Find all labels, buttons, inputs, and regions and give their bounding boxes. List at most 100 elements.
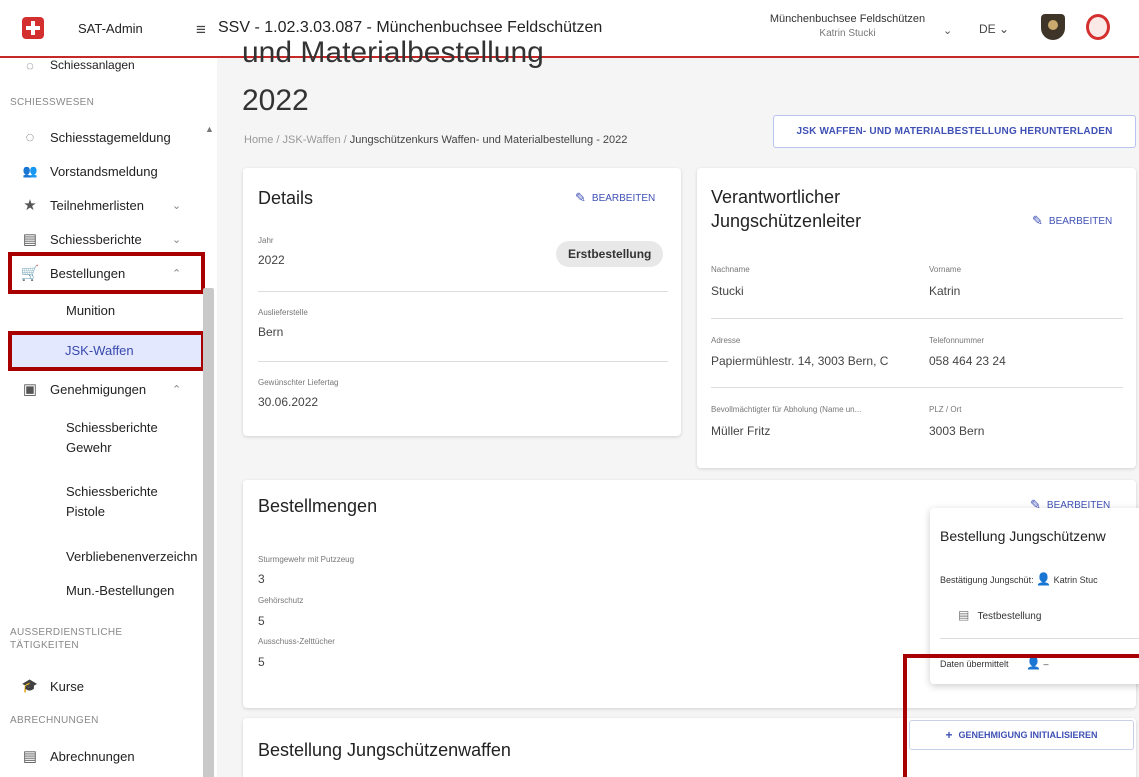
highlight-box xyxy=(8,331,205,371)
gehoerschutz-label: Gehörschutz xyxy=(258,596,304,605)
user-org: Münchenbuchsee Feldschützen xyxy=(769,13,926,25)
swiss-cross-logo[interactable] xyxy=(22,17,44,39)
chevron-up-icon: ⌃ xyxy=(172,383,182,396)
jahr-label: Jahr xyxy=(258,236,274,245)
sidebar-item-label: Schiessberichte xyxy=(50,231,142,247)
edit-label: BEARBEITEN xyxy=(591,192,656,204)
sidebar-item-label: Schiesstagemeldung xyxy=(50,129,171,145)
breadcrumb-home[interactable]: Home xyxy=(244,134,273,146)
pencil-icon: ✎ xyxy=(575,190,586,205)
chevron-down-icon: ⌄ xyxy=(999,22,1010,36)
language-value: DE xyxy=(979,22,996,36)
details-card: Details ✎ BEARBEITEN Jahr 2022 Erstbeste… xyxy=(243,168,681,436)
sidebar-item-schiesstagemeldung[interactable]: ◌ Schiesstagemeldung xyxy=(0,120,203,154)
club-emblem-icon[interactable] xyxy=(1041,14,1065,40)
group-icon: 👥 xyxy=(22,164,38,178)
download-button[interactable]: JSK WAFFEN- UND MATERIALBESTELLUNG HERUN… xyxy=(773,115,1136,148)
details-edit-button[interactable]: ✎ BEARBEITEN xyxy=(575,190,655,206)
chevron-down-icon: ⌄ xyxy=(172,199,182,212)
scroll-up-icon[interactable]: ▲ xyxy=(205,124,214,134)
breadcrumb: Home / JSK-Waffen / Jungschützenkurs Waf… xyxy=(244,134,627,146)
user-name: Katrin Stucki xyxy=(819,28,876,39)
breadcrumb-jsk-waffen[interactable]: JSK-Waffen xyxy=(283,134,341,146)
sidebar-item-schiessberichte[interactable]: ▤ Schiessberichte ⌄ xyxy=(0,222,203,256)
liefertag-value: 30.06.2022 xyxy=(258,395,319,409)
details-title: Details xyxy=(258,188,314,208)
sidebar: ◌ Schiessanlagen ▲ SCHIESSWESEN ◌ Schies… xyxy=(0,58,217,777)
section-title-ausserdienstliche: AUSSERDIENSTLICHE TÄTIGKEITEN xyxy=(10,627,123,651)
target-icon: ◌ xyxy=(25,128,35,146)
graduation-cap-icon: 🎓 xyxy=(21,678,39,693)
plz-value: 3003 Bern xyxy=(929,424,985,438)
document-icon: ▤ xyxy=(22,231,38,248)
star-icon: ★ xyxy=(23,197,37,214)
page-title-year: 2022 xyxy=(242,84,309,117)
sidebar-scrollbar[interactable] xyxy=(203,288,214,777)
bevollm-value: Müller Fritz xyxy=(711,424,771,438)
page-title-partial: und Materialbestellung xyxy=(242,36,544,69)
status-chip: Erstbestellung xyxy=(556,241,664,267)
sidebar-item-schiessberichte-pistole[interactable]: Schiessberichte Pistole xyxy=(0,480,203,524)
bestaetigung-value: Katrin Stuc xyxy=(1053,575,1098,585)
federation-emblem-icon[interactable] xyxy=(1086,14,1110,40)
bestaetigung-label: Bestätigung Jungschüt: xyxy=(940,575,1034,585)
page-heading: SSV - 1.02.3.03.087 - Münchenbuchsee Fel… xyxy=(218,19,603,36)
leiter-title-line1: Verantwortlicher xyxy=(711,187,841,207)
app-name[interactable]: SAT-Admin xyxy=(78,21,143,36)
sidebar-item-label: Verbliebenenverzeichn xyxy=(66,549,198,564)
nachname-value: Stucki xyxy=(711,284,744,298)
person-icon: 👤 xyxy=(1036,572,1052,586)
user-menu[interactable]: Münchenbuchsee Feldschützen Katrin Stuck… xyxy=(760,13,935,39)
note-text: Testbestellung xyxy=(977,611,1042,622)
menu-icon[interactable]: ≡ xyxy=(196,20,206,40)
sidebar-item-genehmigungen[interactable]: ▣ Genehmigungen ⌃ xyxy=(0,372,203,406)
adresse-label: Adresse xyxy=(711,336,741,345)
sidebar-item-label: Munition xyxy=(66,303,116,318)
sidebar-item-label: Teilnehmerlisten xyxy=(50,197,144,213)
gehoerschutz-value: 5 xyxy=(258,614,265,628)
target-icon: ◌ xyxy=(26,57,34,73)
chevron-down-icon: ⌄ xyxy=(172,233,182,246)
sidebar-item-label: Schiessanlagen xyxy=(50,58,135,72)
breadcrumb-separator: / xyxy=(276,134,280,146)
popup-note: ▤ Testbestellung xyxy=(958,608,1041,622)
sidebar-item-label: Abrechnungen xyxy=(50,748,135,764)
leiter-edit-button[interactable]: ✎ BEARBEITEN xyxy=(1032,213,1112,229)
nachname-label: Nachname xyxy=(711,265,750,274)
sidebar-item-schiessberichte-gewehr[interactable]: Schiessberichte Gewehr xyxy=(0,416,203,460)
leiter-title-line2: Jungschützenleiter xyxy=(711,211,862,231)
sidebar-item-label: Kurse xyxy=(50,678,84,694)
sidebar-item-abrechnungen[interactable]: ▤ Abrechnungen xyxy=(0,739,203,773)
sidebar-item-kurse[interactable]: 🎓 Kurse xyxy=(0,669,203,703)
highlight-box xyxy=(8,252,205,294)
sidebar-item-teilnehmerlisten[interactable]: ★ Teilnehmerlisten ⌄ xyxy=(0,188,203,222)
auslieferstelle-value: Bern xyxy=(258,325,284,339)
sidebar-item-schiessanlagen[interactable]: ◌ Schiessanlagen xyxy=(0,48,203,82)
divider xyxy=(711,318,1123,319)
language-select[interactable]: DE ⌄ xyxy=(979,22,1009,36)
list-icon: ▤ xyxy=(22,748,38,765)
plz-label: PLZ / Ort xyxy=(929,405,962,414)
telefon-value: 058 464 23 24 xyxy=(929,354,1006,368)
leiter-card: Verantwortlicher Jungschützenleiter ✎ BE… xyxy=(697,168,1136,468)
auslieferstelle-label: Auslieferstelle xyxy=(258,308,308,317)
sidebar-item-vorstandsmeldung[interactable]: 👥 Vorstandsmeldung xyxy=(0,154,203,188)
sidebar-item-mun-bestellungen[interactable]: Mun.-Bestellungen xyxy=(0,574,203,608)
sidebar-item-munition[interactable]: Munition xyxy=(0,294,203,328)
leiter-title: Verantwortlicher Jungschützenleiter xyxy=(711,185,861,233)
edit-label: BEARBEITEN xyxy=(1048,215,1113,227)
divider xyxy=(258,291,668,292)
zelttuecher-label: Ausschuss-Zelttücher xyxy=(258,637,335,646)
breadcrumb-current: Jungschützenkurs Waffen- und Materialbes… xyxy=(349,134,628,146)
sidebar-item-verbliebenenverzeichnis[interactable]: Verbliebenenverzeichn xyxy=(0,540,203,574)
popup-bestaetigung: Bestätigung Jungschüt: 👤 Katrin Stuc xyxy=(940,572,1098,586)
bevollm-label: Bevollmächtigter für Abholung (Name un..… xyxy=(711,405,862,414)
comment-icon: ▤ xyxy=(958,608,970,622)
sidebar-item-label: Schiessberichte Pistole xyxy=(66,484,158,519)
divider xyxy=(711,387,1123,388)
vorname-label: Vorname xyxy=(929,265,962,274)
clipboard-check-icon: ▣ xyxy=(22,381,38,398)
chevron-down-icon[interactable]: ⌄ xyxy=(943,24,952,37)
highlight-box xyxy=(903,654,1139,777)
divider xyxy=(258,361,668,362)
